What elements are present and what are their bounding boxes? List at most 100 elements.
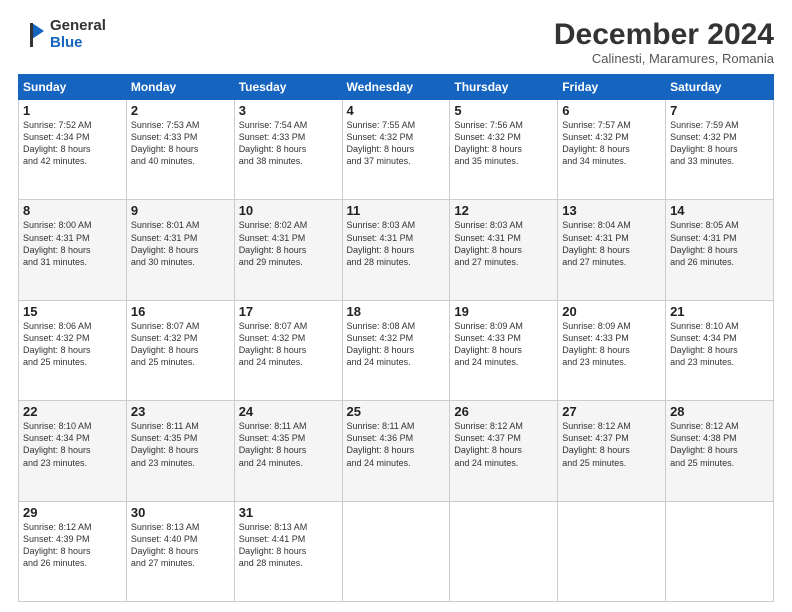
calendar-cell: 1Sunrise: 7:52 AM Sunset: 4:34 PM Daylig… bbox=[19, 100, 127, 200]
day-number: 4 bbox=[347, 103, 446, 118]
day-info: Sunrise: 8:12 AM Sunset: 4:37 PM Dayligh… bbox=[454, 420, 553, 469]
location-subtitle: Calinesti, Maramures, Romania bbox=[554, 51, 774, 66]
day-info: Sunrise: 8:12 AM Sunset: 4:39 PM Dayligh… bbox=[23, 521, 122, 570]
day-info: Sunrise: 8:10 AM Sunset: 4:34 PM Dayligh… bbox=[23, 420, 122, 469]
calendar-cell: 30Sunrise: 8:13 AM Sunset: 4:40 PM Dayli… bbox=[126, 501, 234, 601]
day-info: Sunrise: 7:56 AM Sunset: 4:32 PM Dayligh… bbox=[454, 119, 553, 168]
weekday-header-monday: Monday bbox=[126, 75, 234, 100]
day-info: Sunrise: 8:03 AM Sunset: 4:31 PM Dayligh… bbox=[454, 219, 553, 268]
day-number: 13 bbox=[562, 203, 661, 218]
day-info: Sunrise: 8:13 AM Sunset: 4:40 PM Dayligh… bbox=[131, 521, 230, 570]
day-number: 20 bbox=[562, 304, 661, 319]
calendar-cell: 21Sunrise: 8:10 AM Sunset: 4:34 PM Dayli… bbox=[666, 300, 774, 400]
page: General Blue December 2024 Calinesti, Ma… bbox=[0, 0, 792, 612]
day-number: 8 bbox=[23, 203, 122, 218]
day-number: 26 bbox=[454, 404, 553, 419]
day-number: 24 bbox=[239, 404, 338, 419]
calendar-cell: 29Sunrise: 8:12 AM Sunset: 4:39 PM Dayli… bbox=[19, 501, 127, 601]
day-info: Sunrise: 8:07 AM Sunset: 4:32 PM Dayligh… bbox=[131, 320, 230, 369]
day-number: 14 bbox=[670, 203, 769, 218]
day-number: 25 bbox=[347, 404, 446, 419]
calendar-cell: 20Sunrise: 8:09 AM Sunset: 4:33 PM Dayli… bbox=[558, 300, 666, 400]
calendar-cell: 23Sunrise: 8:11 AM Sunset: 4:35 PM Dayli… bbox=[126, 401, 234, 501]
day-info: Sunrise: 8:09 AM Sunset: 4:33 PM Dayligh… bbox=[562, 320, 661, 369]
month-title: December 2024 bbox=[554, 18, 774, 51]
day-info: Sunrise: 7:53 AM Sunset: 4:33 PM Dayligh… bbox=[131, 119, 230, 168]
day-info: Sunrise: 8:11 AM Sunset: 4:36 PM Dayligh… bbox=[347, 420, 446, 469]
weekday-header-tuesday: Tuesday bbox=[234, 75, 342, 100]
day-info: Sunrise: 8:10 AM Sunset: 4:34 PM Dayligh… bbox=[670, 320, 769, 369]
day-info: Sunrise: 8:12 AM Sunset: 4:37 PM Dayligh… bbox=[562, 420, 661, 469]
weekday-header-row: SundayMondayTuesdayWednesdayThursdayFrid… bbox=[19, 75, 774, 100]
day-info: Sunrise: 8:03 AM Sunset: 4:31 PM Dayligh… bbox=[347, 219, 446, 268]
calendar-cell: 24Sunrise: 8:11 AM Sunset: 4:35 PM Dayli… bbox=[234, 401, 342, 501]
day-info: Sunrise: 7:54 AM Sunset: 4:33 PM Dayligh… bbox=[239, 119, 338, 168]
day-info: Sunrise: 7:52 AM Sunset: 4:34 PM Dayligh… bbox=[23, 119, 122, 168]
day-number: 3 bbox=[239, 103, 338, 118]
calendar-table: SundayMondayTuesdayWednesdayThursdayFrid… bbox=[18, 74, 774, 602]
calendar-cell: 18Sunrise: 8:08 AM Sunset: 4:32 PM Dayli… bbox=[342, 300, 450, 400]
day-number: 15 bbox=[23, 304, 122, 319]
day-number: 31 bbox=[239, 505, 338, 520]
day-number: 16 bbox=[131, 304, 230, 319]
day-info: Sunrise: 8:11 AM Sunset: 4:35 PM Dayligh… bbox=[239, 420, 338, 469]
calendar-week-row-5: 29Sunrise: 8:12 AM Sunset: 4:39 PM Dayli… bbox=[19, 501, 774, 601]
weekday-header-friday: Friday bbox=[558, 75, 666, 100]
logo-general: General bbox=[50, 18, 106, 35]
day-number: 28 bbox=[670, 404, 769, 419]
day-info: Sunrise: 8:00 AM Sunset: 4:31 PM Dayligh… bbox=[23, 219, 122, 268]
day-info: Sunrise: 7:57 AM Sunset: 4:32 PM Dayligh… bbox=[562, 119, 661, 168]
day-number: 22 bbox=[23, 404, 122, 419]
calendar-cell bbox=[558, 501, 666, 601]
header: General Blue December 2024 Calinesti, Ma… bbox=[18, 18, 774, 66]
calendar-cell: 27Sunrise: 8:12 AM Sunset: 4:37 PM Dayli… bbox=[558, 401, 666, 501]
calendar-cell: 8Sunrise: 8:00 AM Sunset: 4:31 PM Daylig… bbox=[19, 200, 127, 300]
logo: General Blue bbox=[18, 18, 106, 51]
day-info: Sunrise: 8:05 AM Sunset: 4:31 PM Dayligh… bbox=[670, 219, 769, 268]
calendar-cell: 31Sunrise: 8:13 AM Sunset: 4:41 PM Dayli… bbox=[234, 501, 342, 601]
calendar-week-row-2: 8Sunrise: 8:00 AM Sunset: 4:31 PM Daylig… bbox=[19, 200, 774, 300]
calendar-cell bbox=[450, 501, 558, 601]
calendar-cell: 25Sunrise: 8:11 AM Sunset: 4:36 PM Dayli… bbox=[342, 401, 450, 501]
day-number: 19 bbox=[454, 304, 553, 319]
calendar-cell: 11Sunrise: 8:03 AM Sunset: 4:31 PM Dayli… bbox=[342, 200, 450, 300]
day-info: Sunrise: 8:02 AM Sunset: 4:31 PM Dayligh… bbox=[239, 219, 338, 268]
calendar-week-row-3: 15Sunrise: 8:06 AM Sunset: 4:32 PM Dayli… bbox=[19, 300, 774, 400]
day-number: 30 bbox=[131, 505, 230, 520]
calendar-cell: 6Sunrise: 7:57 AM Sunset: 4:32 PM Daylig… bbox=[558, 100, 666, 200]
day-number: 5 bbox=[454, 103, 553, 118]
calendar-cell: 7Sunrise: 7:59 AM Sunset: 4:32 PM Daylig… bbox=[666, 100, 774, 200]
logo-text: General Blue bbox=[50, 18, 106, 51]
day-number: 9 bbox=[131, 203, 230, 218]
calendar-cell: 14Sunrise: 8:05 AM Sunset: 4:31 PM Dayli… bbox=[666, 200, 774, 300]
weekday-header-saturday: Saturday bbox=[666, 75, 774, 100]
day-info: Sunrise: 8:08 AM Sunset: 4:32 PM Dayligh… bbox=[347, 320, 446, 369]
calendar-cell: 22Sunrise: 8:10 AM Sunset: 4:34 PM Dayli… bbox=[19, 401, 127, 501]
weekday-header-wednesday: Wednesday bbox=[342, 75, 450, 100]
day-info: Sunrise: 8:09 AM Sunset: 4:33 PM Dayligh… bbox=[454, 320, 553, 369]
day-number: 29 bbox=[23, 505, 122, 520]
day-number: 18 bbox=[347, 304, 446, 319]
calendar-cell: 9Sunrise: 8:01 AM Sunset: 4:31 PM Daylig… bbox=[126, 200, 234, 300]
day-number: 1 bbox=[23, 103, 122, 118]
logo-icon bbox=[18, 21, 46, 49]
calendar-cell: 13Sunrise: 8:04 AM Sunset: 4:31 PM Dayli… bbox=[558, 200, 666, 300]
day-number: 17 bbox=[239, 304, 338, 319]
day-number: 21 bbox=[670, 304, 769, 319]
day-info: Sunrise: 8:11 AM Sunset: 4:35 PM Dayligh… bbox=[131, 420, 230, 469]
day-number: 12 bbox=[454, 203, 553, 218]
day-number: 6 bbox=[562, 103, 661, 118]
title-block: December 2024 Calinesti, Maramures, Roma… bbox=[554, 18, 774, 66]
calendar-cell bbox=[342, 501, 450, 601]
day-number: 10 bbox=[239, 203, 338, 218]
logo-blue: Blue bbox=[50, 35, 106, 52]
day-info: Sunrise: 7:59 AM Sunset: 4:32 PM Dayligh… bbox=[670, 119, 769, 168]
calendar-cell: 5Sunrise: 7:56 AM Sunset: 4:32 PM Daylig… bbox=[450, 100, 558, 200]
calendar-cell: 12Sunrise: 8:03 AM Sunset: 4:31 PM Dayli… bbox=[450, 200, 558, 300]
day-number: 27 bbox=[562, 404, 661, 419]
day-number: 11 bbox=[347, 203, 446, 218]
calendar-cell: 2Sunrise: 7:53 AM Sunset: 4:33 PM Daylig… bbox=[126, 100, 234, 200]
calendar-cell: 16Sunrise: 8:07 AM Sunset: 4:32 PM Dayli… bbox=[126, 300, 234, 400]
calendar-cell: 19Sunrise: 8:09 AM Sunset: 4:33 PM Dayli… bbox=[450, 300, 558, 400]
day-number: 7 bbox=[670, 103, 769, 118]
